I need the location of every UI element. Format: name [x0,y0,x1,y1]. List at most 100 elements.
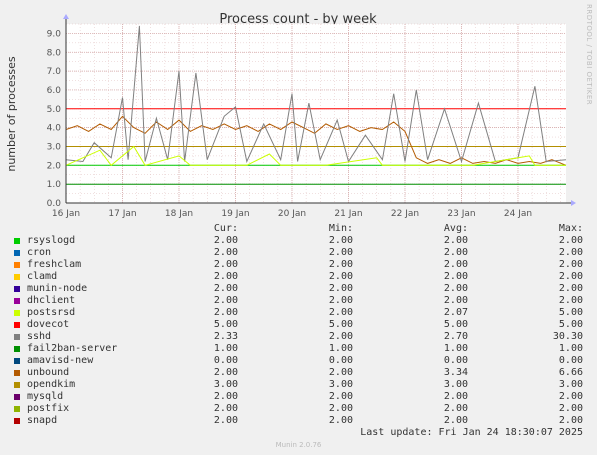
legend-row: freshclam 2.00 2.00 2.00 2.00 [0,259,597,271]
legend-series-name: cron [27,247,52,258]
legend-row: sshd 2.33 2.00 2.70 30.30 [0,331,597,343]
legend-value-cur: 2.00 [213,415,238,426]
legend-header-cur: Cur: [213,223,238,234]
legend-value-cur: 0.00 [213,355,238,366]
legend-value-max: 2.00 [558,415,583,426]
legend-value-cur: 2.00 [213,307,238,318]
legend-row: amavisd-new 0.00 0.00 0.00 0.00 [0,355,597,367]
legend-value-avg: 2.70 [443,331,468,342]
legend-value-max: 1.00 [558,343,583,354]
legend-swatch [14,310,20,316]
legend-series-name: fail2ban-server [27,343,118,354]
legend-row: postfix 2.00 2.00 2.00 2.00 [0,403,597,415]
legend-series-name: munin-node [27,283,88,294]
legend-value-avg: 2.00 [443,403,468,414]
legend-row: rsyslogd 2.00 2.00 2.00 2.00 [0,235,597,247]
legend-value-min: 2.00 [328,235,353,246]
legend-swatch [14,394,20,400]
legend-row: opendkim 3.00 3.00 3.00 3.00 [0,379,597,391]
legend-row: postsrsd 2.00 2.00 2.07 5.00 [0,307,597,319]
legend-row: dovecot 5.00 5.00 5.00 5.00 [0,319,597,331]
legend-row: fail2ban-server 1.00 1.00 1.00 1.00 [0,343,597,355]
legend-series-name: clamd [27,271,58,282]
legend-value-cur: 3.00 [213,379,238,390]
legend-value-cur: 2.00 [213,295,238,306]
legend-swatch [14,274,20,280]
legend-value-cur: 2.00 [213,271,238,282]
legend-series-name: sshd [27,331,52,342]
legend: Cur: Min: Avg: Max: rsyslogd 2.00 2.00 2.00… [0,0,597,455]
legend-value-cur: 5.00 [213,319,238,330]
legend-value-min: 2.00 [328,415,353,426]
legend-value-min: 3.00 [328,379,353,390]
legend-value-min: 0.00 [328,355,353,366]
legend-value-min: 2.00 [328,307,353,318]
legend-series-name: amavisd-new [27,355,94,366]
legend-swatch [14,370,20,376]
legend-series-name: postfix [27,403,70,414]
legend-row: munin-node 2.00 2.00 2.00 2.00 [0,283,597,295]
legend-value-max: 30.30 [552,331,583,342]
legend-series-name: rsyslogd [27,235,76,246]
legend-series-name: opendkim [27,379,76,390]
legend-value-cur: 2.33 [213,331,238,342]
legend-row: snapd 2.00 2.00 2.00 2.00 [0,415,597,427]
legend-swatch [14,238,20,244]
legend-value-cur: 2.00 [213,283,238,294]
footer-credit: Munin 2.0.76 [275,441,322,449]
legend-value-avg: 2.00 [443,271,468,282]
legend-series-name: freshclam [27,259,82,270]
legend-value-min: 2.00 [328,271,353,282]
legend-series-name: postsrsd [27,307,76,318]
legend-value-avg: 2.07 [443,307,468,318]
legend-row: dhclient 2.00 2.00 2.00 2.00 [0,295,597,307]
legend-value-avg: 3.00 [443,379,468,390]
legend-swatch [14,406,20,412]
legend-value-avg: 2.00 [443,235,468,246]
legend-swatch [14,334,20,340]
legend-value-min: 2.00 [328,259,353,270]
legend-value-avg: 3.34 [443,367,468,378]
legend-swatch [14,358,20,364]
legend-value-cur: 2.00 [213,247,238,258]
legend-row: mysqld 2.00 2.00 2.00 2.00 [0,391,597,403]
legend-value-avg: 5.00 [443,319,468,330]
legend-value-max: 2.00 [558,295,583,306]
legend-value-avg: 2.00 [443,415,468,426]
legend-value-cur: 2.00 [213,391,238,402]
legend-value-min: 2.00 [328,295,353,306]
legend-value-max: 5.00 [558,307,583,318]
legend-value-max: 6.66 [558,367,583,378]
legend-value-cur: 2.00 [213,235,238,246]
legend-value-min: 2.00 [328,247,353,258]
legend-value-avg: 2.00 [443,295,468,306]
legend-value-max: 2.00 [558,235,583,246]
legend-value-avg: 0.00 [443,355,468,366]
legend-value-max: 2.00 [558,391,583,402]
legend-row: cron 2.00 2.00 2.00 2.00 [0,247,597,259]
legend-series-name: snapd [27,415,58,426]
legend-value-max: 3.00 [558,379,583,390]
legend-swatch [14,346,20,352]
legend-value-max: 2.00 [558,283,583,294]
legend-value-min: 2.00 [328,403,353,414]
legend-swatch [14,262,20,268]
legend-header-avg: Avg: [443,223,468,234]
legend-value-max: 0.00 [558,355,583,366]
legend-header-min: Min: [328,223,353,234]
legend-value-min: 5.00 [328,319,353,330]
legend-value-min: 2.00 [328,391,353,402]
legend-value-min: 2.00 [328,283,353,294]
legend-header-max: Max: [558,223,583,234]
legend-value-cur: 1.00 [213,343,238,354]
legend-value-min: 2.00 [328,367,353,378]
legend-swatch [14,250,20,256]
legend-swatch [14,418,20,424]
legend-series-name: mysqld [27,391,64,402]
legend-value-max: 2.00 [558,403,583,414]
legend-series-name: dhclient [27,295,76,306]
legend-value-avg: 2.00 [443,247,468,258]
legend-swatch [14,322,20,328]
legend-value-max: 2.00 [558,247,583,258]
legend-series-name: unbound [27,367,70,378]
